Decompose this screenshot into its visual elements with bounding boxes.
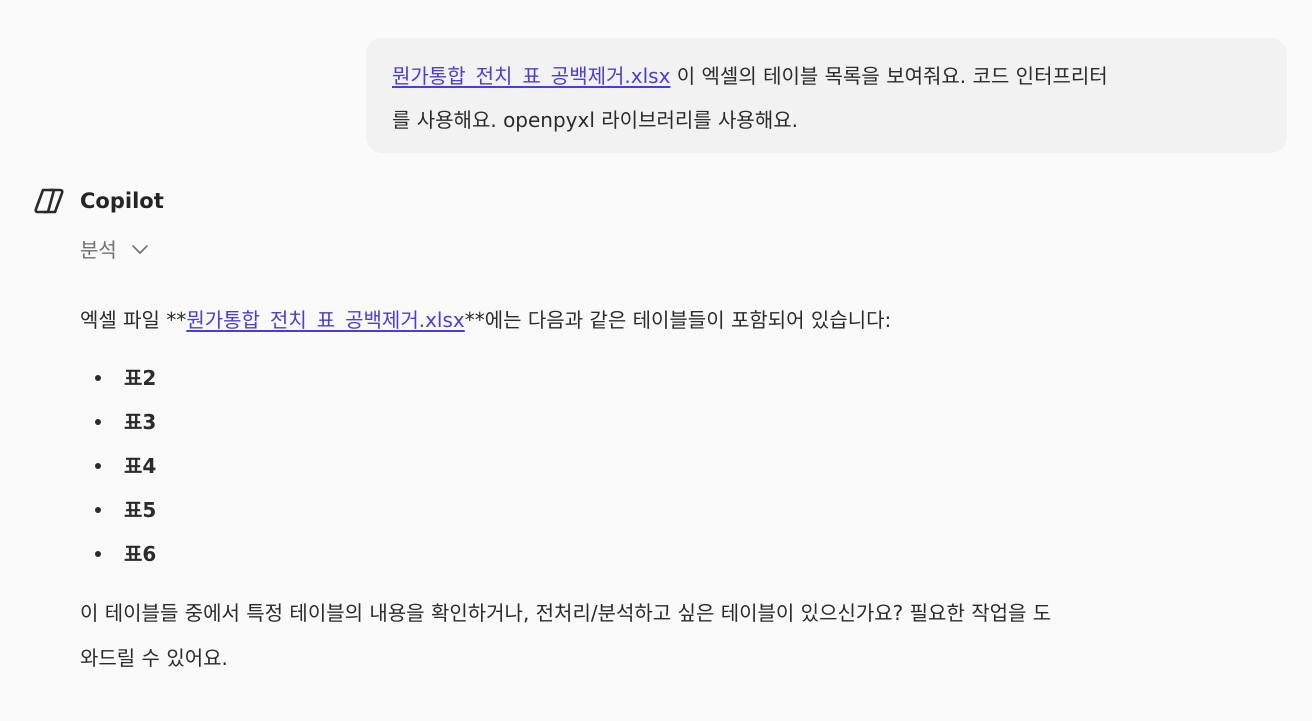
table-name: 표4	[124, 454, 157, 478]
list-item: 표3	[80, 400, 156, 444]
user-file-link[interactable]: 뭔가통합_전치_표_공백제거.xlsx	[392, 64, 670, 88]
analysis-toggle[interactable]: 분석	[80, 234, 149, 263]
user-message-bubble: 뭔가통합_전치_표_공백제거.xlsx 이 엑셀의 테이블 목록을 보여줘요. …	[366, 38, 1287, 153]
intro-prefix: 엑셀 파일 **	[80, 308, 187, 332]
list-item: 표4	[80, 444, 156, 488]
list-item: 표5	[80, 488, 156, 532]
assistant-header: Copilot	[32, 183, 164, 219]
assistant-file-link[interactable]: 뭔가통합_전치_표_공백제거.xlsx	[186, 308, 464, 332]
outro-line-1: 이 테이블들 중에서 특정 테이블의 내용을 확인하거나, 전처리/분석하고 싶…	[80, 601, 1052, 625]
intro-suffix: **에는 다음과 같은 테이블들이 포함되어 있습니다:	[464, 308, 892, 332]
bullet-icon	[95, 375, 101, 381]
assistant-intro-text: 엑셀 파일 **뭔가통합_전치_표_공백제거.xlsx**에는 다음과 같은 테…	[80, 303, 891, 337]
assistant-name: Copilot	[80, 189, 164, 213]
bullet-icon	[95, 463, 101, 469]
chat-page: 뭔가통합_전치_표_공백제거.xlsx 이 엑셀의 테이블 목록을 보여줘요. …	[0, 0, 1312, 721]
table-list: 표2 표3 표4 표5 표6	[80, 356, 156, 576]
bullet-icon	[95, 507, 101, 513]
chevron-down-icon	[132, 244, 148, 254]
bullet-icon	[95, 551, 101, 557]
table-name: 표5	[124, 498, 157, 522]
assistant-outro-text: 이 테이블들 중에서 특정 테이블의 내용을 확인하거나, 전처리/분석하고 싶…	[80, 591, 1290, 681]
outro-line-2: 와드릴 수 있어요.	[80, 646, 228, 670]
table-name: 표6	[124, 542, 157, 566]
copilot-logo-icon	[34, 188, 64, 214]
analysis-label: 분석	[80, 238, 117, 262]
user-message-line-2: 를 사용해요. openpyxl 라이브러리를 사용해요.	[392, 108, 798, 132]
table-name: 표3	[124, 410, 157, 434]
list-item: 표6	[80, 532, 156, 576]
table-name: 표2	[124, 366, 157, 390]
user-message-text-1: 이 엑셀의 테이블 목록을 보여줘요. 코드 인터프리터	[670, 64, 1108, 88]
list-item: 표2	[80, 356, 156, 400]
user-message-line-1: 뭔가통합_전치_표_공백제거.xlsx 이 엑셀의 테이블 목록을 보여줘요. …	[392, 54, 1267, 98]
bullet-icon	[95, 419, 101, 425]
